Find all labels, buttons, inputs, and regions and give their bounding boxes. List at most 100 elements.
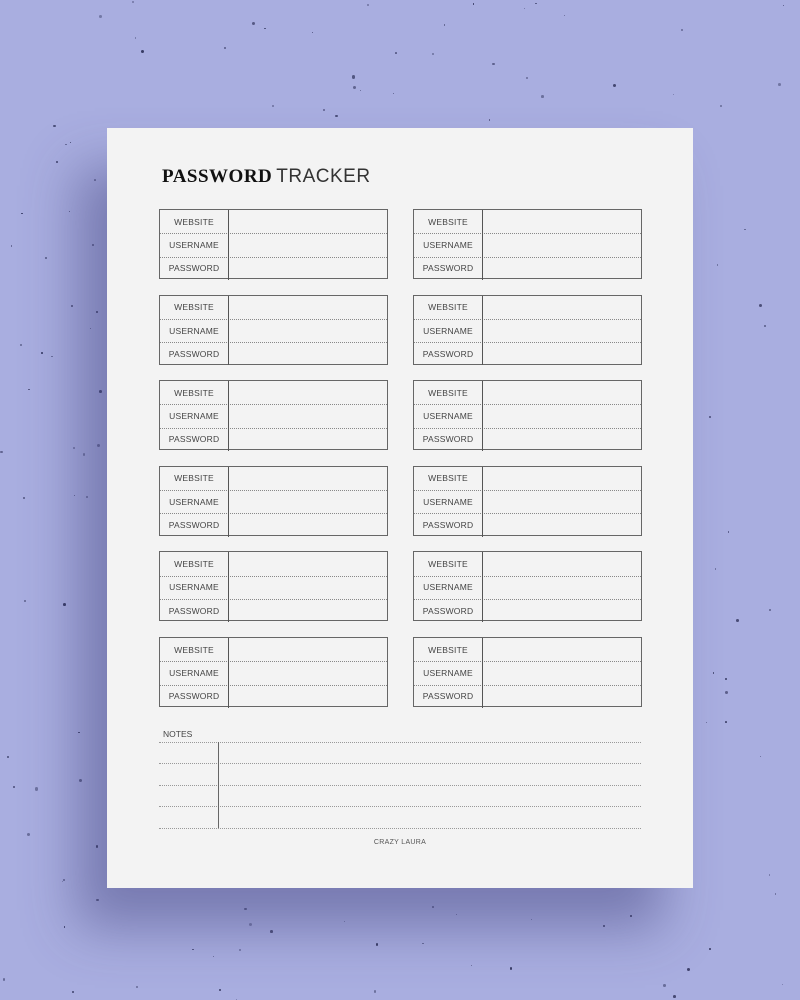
field-value-username[interactable] [229,319,387,342]
password-tracker-page: PASSWORD TRACKER WEBSITE USERNAME PASSWORD W… [107,128,693,888]
field-label: WEBSITE [160,466,229,491]
entry-row-username: USERNAME [160,490,387,515]
notes-line[interactable] [159,785,641,786]
field-value-username[interactable] [229,233,387,256]
field-value-password[interactable] [229,257,387,280]
entry-row-website: WEBSITE [160,381,387,406]
entry-row-password: PASSWORD [414,598,641,623]
field-value-website[interactable] [229,210,387,233]
field-value-website[interactable] [229,638,387,661]
field-value-website[interactable] [229,381,387,404]
field-label: WEBSITE [160,295,229,319]
entry-row-username: USERNAME [160,318,387,344]
entry-row-username: USERNAME [414,661,641,686]
field-value-password[interactable] [483,599,641,622]
field-value-password[interactable] [229,342,387,365]
entry-row-username: USERNAME [414,233,641,258]
field-label: PASSWORD [160,684,229,708]
field-value-username[interactable] [229,404,387,427]
field-label: WEBSITE [414,638,483,662]
entry-row-password: PASSWORD [414,342,641,366]
password-entry: WEBSITE USERNAME PASSWORD [413,294,642,366]
entry-row-password: PASSWORD [160,256,387,280]
field-value-username[interactable] [483,404,641,427]
field-value-password[interactable] [483,342,641,365]
field-label: PASSWORD [160,598,229,623]
field-label: WEBSITE [414,466,483,491]
field-value-password[interactable] [483,428,641,451]
notes-line[interactable] [159,763,641,764]
notes-line[interactable] [159,806,641,807]
notes-line[interactable] [159,742,641,743]
field-value-username[interactable] [483,661,641,684]
field-value-website[interactable] [483,296,641,319]
entry-row-password: PASSWORD [160,513,387,537]
entry-row-username: USERNAME [160,575,387,600]
field-value-password[interactable] [483,513,641,536]
field-value-website[interactable] [483,552,641,575]
field-value-website[interactable] [229,552,387,575]
entry-row-website: WEBSITE [160,552,387,577]
field-label: PASSWORD [414,684,483,708]
entry-row-username: USERNAME [414,404,641,429]
entry-row-password: PASSWORD [160,684,387,708]
field-label: USERNAME [160,404,229,428]
field-label: PASSWORD [160,342,229,366]
entry-row-username: USERNAME [160,404,387,429]
field-value-password[interactable] [229,428,387,451]
field-label: USERNAME [160,661,229,685]
field-value-username[interactable] [483,319,641,342]
field-value-username[interactable] [483,490,641,513]
entry-row-username: USERNAME [160,661,387,686]
entry-row-password: PASSWORD [160,342,387,366]
entry-row-website: WEBSITE [160,210,387,235]
field-value-username[interactable] [483,576,641,599]
footer-brand: CRAZY LAURA [373,839,427,846]
title-light: TRACKER [276,166,371,187]
field-label: PASSWORD [160,256,229,280]
field-label: USERNAME [414,404,483,428]
password-entry: WEBSITE USERNAME PASSWORD [413,551,642,623]
entry-row-website: WEBSITE [414,466,641,492]
field-value-password[interactable] [483,685,641,708]
notes-line[interactable] [159,828,641,829]
field-value-website[interactable] [483,638,641,661]
notes-label: NOTES [163,729,193,739]
entry-row-website: WEBSITE [414,552,641,577]
field-label: USERNAME [160,233,229,257]
field-label: USERNAME [414,318,483,343]
entry-row-website: WEBSITE [414,210,641,235]
field-label: USERNAME [414,490,483,514]
field-label: WEBSITE [160,638,229,662]
field-value-password[interactable] [229,685,387,708]
password-entry: WEBSITE USERNAME PASSWORD [159,294,388,366]
entry-row-password: PASSWORD [414,256,641,280]
field-label: PASSWORD [160,427,229,452]
field-value-password[interactable] [229,513,387,536]
password-entry: WEBSITE USERNAME PASSWORD [413,380,642,452]
password-entry: WEBSITE USERNAME PASSWORD [413,637,642,708]
entry-row-website: WEBSITE [160,466,387,492]
password-entry: WEBSITE USERNAME PASSWORD [159,465,388,537]
field-value-username[interactable] [229,576,387,599]
field-label: WEBSITE [414,552,483,576]
field-label: WEBSITE [414,210,483,234]
field-value-website[interactable] [229,467,387,490]
field-value-password[interactable] [229,599,387,622]
entry-row-website: WEBSITE [414,638,641,663]
field-value-username[interactable] [229,490,387,513]
field-label: WEBSITE [160,210,229,234]
field-value-website[interactable] [483,381,641,404]
field-label: USERNAME [160,490,229,514]
field-value-website[interactable] [483,467,641,490]
field-label: USERNAME [414,233,483,257]
field-value-password[interactable] [483,257,641,280]
entry-row-password: PASSWORD [414,684,641,708]
field-label: USERNAME [160,318,229,343]
entry-row-password: PASSWORD [414,513,641,537]
field-value-website[interactable] [483,210,641,233]
field-value-username[interactable] [483,233,641,256]
field-label: PASSWORD [414,427,483,452]
field-value-username[interactable] [229,661,387,684]
field-value-website[interactable] [229,296,387,319]
